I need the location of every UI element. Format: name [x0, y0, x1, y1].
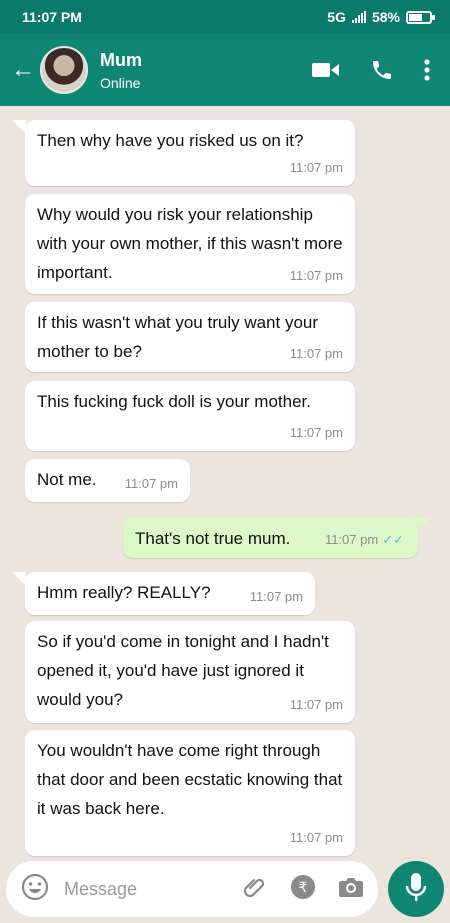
message-incoming[interactable]: Why would you risk your relationship wit… [25, 194, 355, 294]
message-incoming[interactable]: Then why have you risked us on it? 11:07… [25, 120, 355, 186]
message-incoming[interactable]: If this wasn't what you truly want your … [25, 302, 355, 372]
svg-text:₹: ₹ [299, 880, 308, 896]
network-label: 5G [327, 9, 346, 25]
avatar[interactable] [40, 46, 88, 94]
message-outgoing[interactable]: That's not true mum. 11:07 pm ✓✓ [123, 518, 418, 558]
bubble-tail [416, 518, 430, 532]
attach-icon[interactable] [242, 874, 268, 905]
bubble-tail [12, 120, 26, 134]
rupee-payment-icon[interactable]: ₹ [290, 874, 316, 905]
message-time: 11:07 pm [289, 160, 343, 175]
message-time: 11:07 pm [124, 476, 178, 491]
double-check-icon: ✓✓ [382, 532, 404, 547]
message-time: 11:07 pm [289, 268, 343, 283]
video-call-icon[interactable] [312, 61, 340, 79]
more-options-icon[interactable] [424, 59, 430, 81]
message-text: This fucking fuck doll is your mother. [37, 392, 312, 411]
message-time: 11:07 pm [289, 425, 343, 440]
status-icons: 5G 58% [327, 9, 435, 25]
signal-icon [351, 11, 366, 23]
message-incoming[interactable]: So if you'd come in tonight and I hadn't… [25, 621, 355, 723]
message-time: 11:07 pm [324, 532, 379, 547]
message-input[interactable]: Message [64, 879, 242, 900]
message-text: You wouldn't have come right through tha… [37, 741, 343, 818]
message-text: Then why have you risked us on it? [37, 131, 304, 150]
message-incoming[interactable]: This fucking fuck doll is your mother. 1… [25, 381, 355, 451]
microphone-button[interactable] [388, 861, 444, 917]
message-time: 11:07 pm [289, 830, 343, 845]
message-composer: Message ₹ [6, 861, 378, 917]
status-bar: 11:07 PM 5G 58% [0, 0, 450, 34]
contact-info[interactable]: Mum Online [100, 50, 312, 91]
chat-header: ← Mum Online [0, 34, 450, 106]
contact-name: Mum [100, 49, 142, 70]
message-time: 11:07 pm [289, 346, 343, 361]
battery-icon [406, 10, 435, 24]
back-arrow-icon[interactable]: ← [0, 56, 40, 84]
message-time-status: 11:07 pm ✓✓ [325, 525, 404, 554]
emoji-icon[interactable] [20, 872, 50, 907]
battery-percent: 58% [371, 9, 400, 25]
contact-status: Online [100, 74, 141, 91]
message-incoming[interactable]: You wouldn't have come right through tha… [25, 730, 355, 856]
message-time: 11:07 pm [249, 589, 303, 604]
phone-icon[interactable] [370, 58, 394, 82]
message-incoming[interactable]: Not me. 11:07 pm [25, 459, 190, 502]
bubble-tail [12, 572, 26, 586]
clock: 11:07 PM [22, 9, 82, 25]
message-list[interactable]: Then why have you risked us on it? 11:07… [0, 106, 450, 861]
message-time: 11:07 pm [289, 697, 343, 712]
microphone-icon [405, 872, 427, 907]
camera-icon[interactable] [338, 876, 364, 903]
message-incoming[interactable]: Hmm really? REALLY? 11:07 pm [25, 572, 315, 615]
